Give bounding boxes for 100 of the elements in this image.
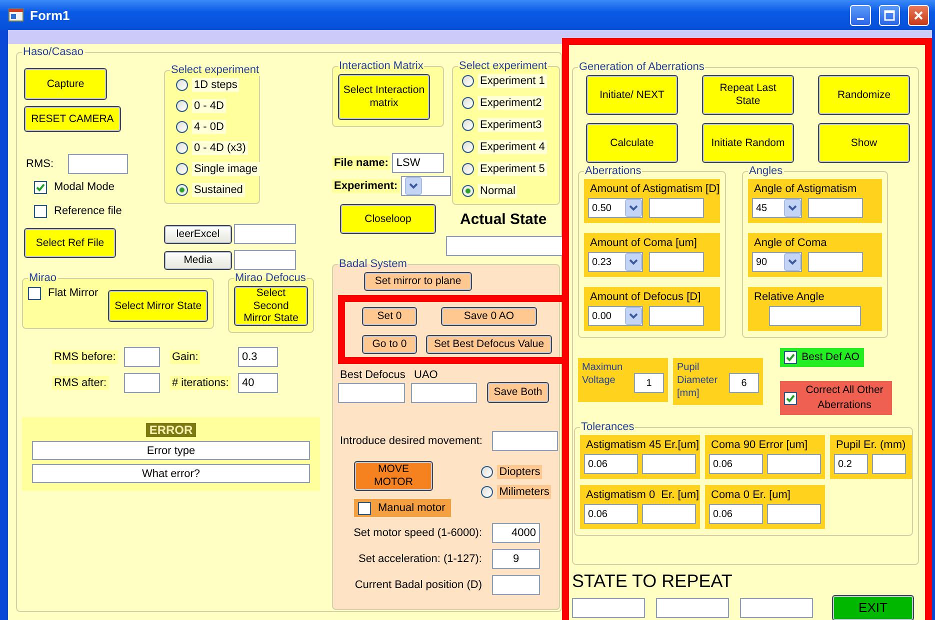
group-title: Select experiment [458, 60, 548, 72]
select-ref-file-button[interactable]: Select Ref File [24, 228, 116, 258]
radio-button[interactable] [176, 142, 188, 154]
set-mirror-button[interactable]: Set mirror to plane [364, 272, 472, 291]
input-field[interactable] [124, 373, 160, 393]
minimize-button[interactable] [850, 4, 871, 26]
input-field[interactable]: 0.06 [584, 504, 638, 524]
file-button[interactable]: leerExcel [164, 224, 232, 244]
exit-button[interactable]: EXIT [832, 595, 914, 620]
input-field[interactable]: 1 [634, 373, 664, 393]
input-field[interactable] [740, 598, 813, 618]
badal-button[interactable]: Go to 0 [362, 335, 417, 354]
badal-button[interactable]: Set Best Defocus Value [426, 335, 552, 354]
radio-button[interactable] [462, 97, 474, 109]
input-field[interactable] [411, 382, 477, 402]
checkbox[interactable] [34, 204, 47, 218]
maximize-button[interactable] [879, 4, 900, 26]
badal-button[interactable]: Save 0 AO [441, 307, 537, 326]
caret-icon [625, 307, 642, 325]
checkbox[interactable] [28, 286, 41, 300]
input-field[interactable] [767, 454, 821, 474]
move-motor-button[interactable]: MOVE MOTOR [354, 461, 433, 491]
input-field[interactable]: 0.06 [709, 454, 763, 474]
radio-button[interactable] [481, 486, 494, 498]
caret-icon [625, 253, 642, 271]
input-field[interactable] [769, 306, 861, 326]
generation-button[interactable]: Randomize [818, 75, 910, 115]
generation-button[interactable]: Show [818, 123, 910, 163]
input-field[interactable] [656, 598, 729, 618]
input-field[interactable] [234, 250, 296, 270]
radio-button[interactable] [462, 119, 474, 131]
select-interaction-matrix-button[interactable]: Select Interaction matrix [338, 74, 430, 120]
input-field[interactable]: 0.06 [709, 504, 763, 524]
input-field[interactable] [234, 224, 296, 244]
checkbox[interactable] [784, 351, 797, 364]
input-field[interactable] [492, 575, 540, 595]
input-field[interactable] [572, 598, 645, 618]
stat-label: # iterations: [170, 376, 231, 390]
combo-box[interactable]: 0.00 [588, 306, 643, 326]
input-field[interactable] [649, 252, 704, 272]
checkbox[interactable] [784, 392, 797, 404]
file-button[interactable]: Media [164, 250, 232, 270]
input-field[interactable] [68, 154, 128, 174]
error-field[interactable]: Error type [32, 441, 310, 460]
input-field[interactable]: 0.06 [584, 454, 638, 474]
badal-button[interactable]: Set 0 [362, 307, 417, 326]
input-field[interactable]: 6 [729, 373, 759, 393]
actual-state-label: Actual State [460, 211, 548, 228]
generation-button[interactable]: Initiate Random [702, 123, 794, 163]
input-field[interactable]: LSW [392, 153, 444, 173]
input-field[interactable] [649, 306, 704, 326]
closeloop-button[interactable]: Closeloop [340, 204, 436, 234]
group-title: Aberrations [584, 165, 642, 177]
input-field[interactable] [649, 198, 704, 218]
combo-box[interactable]: 90 [752, 252, 802, 272]
reset-camera-button[interactable]: RESET CAMERA [24, 106, 121, 132]
generation-button[interactable]: Repeat Last State [702, 75, 794, 115]
checkbox-label: Correct All Other Aberrations [804, 383, 884, 413]
input-field[interactable] [808, 198, 863, 218]
save-both-button[interactable]: Save Both [487, 382, 549, 403]
input-field[interactable] [124, 347, 160, 367]
close-button[interactable] [908, 4, 929, 26]
select-second-mirror-state-button[interactable]: Select Second Mirror State [234, 286, 308, 326]
error-field[interactable]: What error? [32, 464, 310, 483]
input-field[interactable]: 0.2 [834, 454, 868, 474]
input-field[interactable] [338, 382, 405, 402]
radio-button[interactable] [481, 466, 494, 478]
combo-box[interactable] [400, 176, 451, 196]
radio-button[interactable] [462, 185, 474, 197]
radio-button[interactable] [176, 163, 188, 175]
input-field[interactable]: 40 [238, 373, 278, 393]
input-field[interactable]: 4000 [492, 523, 540, 543]
radio-button[interactable] [462, 141, 474, 153]
maximize-icon [884, 10, 895, 20]
generation-button[interactable]: Initiate/ NEXT [586, 75, 678, 115]
input-field[interactable] [642, 504, 696, 524]
combo-box[interactable]: 0.50 [588, 198, 643, 218]
input-field[interactable]: 9 [492, 549, 540, 569]
checkbox[interactable] [34, 180, 47, 194]
radio-button[interactable] [462, 163, 474, 175]
input-field[interactable]: 0.3 [238, 347, 278, 367]
radio-button[interactable] [176, 121, 188, 133]
stat-label: RMS before: [52, 350, 118, 364]
input-field[interactable] [767, 504, 821, 524]
radio-button[interactable] [176, 100, 188, 112]
input-field[interactable] [872, 454, 906, 474]
generation-button[interactable]: Calculate [586, 123, 678, 163]
input-field[interactable] [642, 454, 696, 474]
combo-box[interactable]: 45 [752, 198, 802, 218]
radio-button[interactable] [176, 79, 188, 91]
radio-button[interactable] [176, 184, 188, 196]
select-mirror-state-button[interactable]: Select Mirror State [108, 290, 208, 322]
setting-label: Set acceleration: (1-127): [357, 552, 483, 566]
combo-box[interactable]: 0.23 [588, 252, 643, 272]
input-field[interactable] [808, 252, 863, 272]
tolerance-label: Pupil Er. (mm) [835, 438, 907, 452]
input-field[interactable] [492, 431, 558, 451]
capture-button[interactable]: Capture [24, 68, 107, 100]
checkbox[interactable] [358, 502, 371, 514]
radio-button[interactable] [462, 75, 474, 87]
